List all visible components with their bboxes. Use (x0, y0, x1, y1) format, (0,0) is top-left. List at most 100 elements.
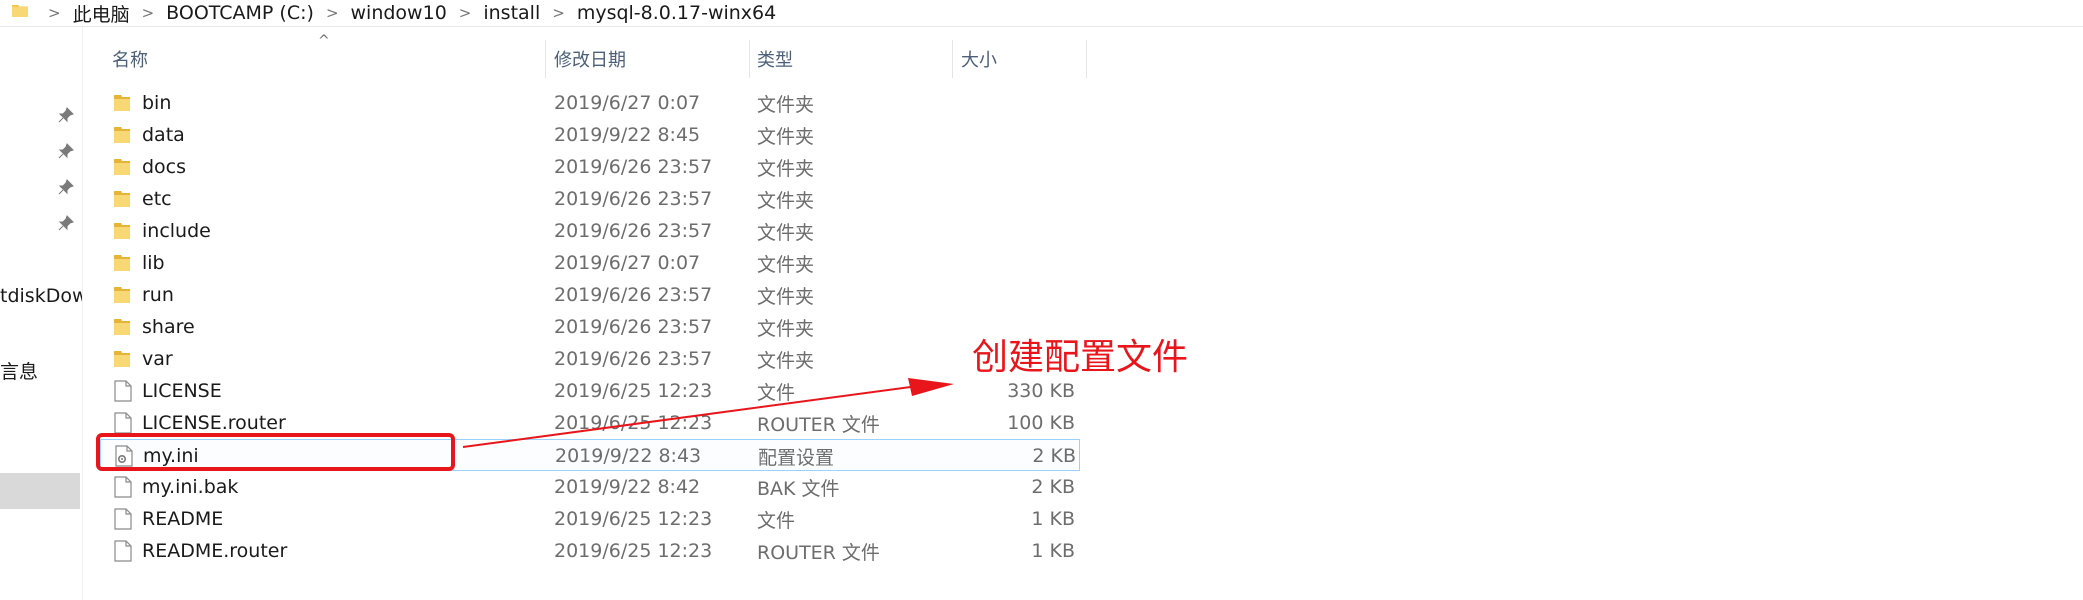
chevron-right-icon[interactable]: > (142, 4, 155, 22)
file-row[interactable]: run 2019/6/26 23:57 文件夹 (100, 279, 1080, 311)
breadcrumb-item-mysql[interactable]: mysql-8.0.17-winx64 (577, 2, 776, 24)
chevron-right-icon[interactable]: > (48, 4, 61, 22)
file-type: 文件夹 (757, 285, 815, 308)
column-header-date[interactable]: 修改日期 (554, 42, 626, 76)
file-name: README.router (142, 540, 288, 562)
file-name: include (142, 220, 211, 242)
file-date: 2019/6/26 23:57 (554, 188, 713, 210)
file-row[interactable]: etc 2019/6/26 23:57 文件夹 (100, 183, 1080, 215)
file-row[interactable]: share 2019/6/26 23:57 文件夹 (100, 311, 1080, 343)
file-type: BAK 文件 (757, 477, 840, 500)
file-date: 2019/6/26 23:57 (554, 284, 713, 306)
file-type: 配置设置 (758, 446, 835, 469)
pin-icon[interactable] (58, 179, 74, 195)
file-type: 文件夹 (757, 189, 815, 212)
column-divider[interactable] (545, 40, 546, 78)
folder-icon (12, 5, 28, 17)
breadcrumb-item-install[interactable]: install (483, 2, 540, 24)
file-size: 1 KB (1031, 540, 1075, 562)
file-row[interactable]: lib 2019/6/27 0:07 文件夹 (100, 247, 1080, 279)
file-row[interactable]: my.ini.bak 2019/9/22 8:42 BAK 文件 2 KB (100, 471, 1080, 503)
file-name: README (142, 508, 224, 530)
file-date: 2019/6/25 12:23 (554, 380, 713, 402)
file-type: 文件 (757, 509, 796, 532)
folder-icon (114, 183, 136, 215)
file-name: LICENSE (142, 380, 222, 402)
annotation-highlight-box (96, 433, 455, 471)
chevron-right-icon[interactable]: > (459, 4, 472, 22)
nav-item-tdiskdown[interactable]: tdiskDown (0, 285, 82, 307)
file-row[interactable]: docs 2019/6/26 23:57 文件夹 (100, 151, 1080, 183)
file-size (960, 151, 1075, 183)
file-type: 文件夹 (757, 349, 815, 372)
sort-ascending-icon: ^ (318, 33, 330, 49)
file-icon (114, 471, 136, 503)
breadcrumb-item-this-pc[interactable]: 此电脑 (73, 0, 130, 27)
file-size: 100 KB (1007, 412, 1075, 434)
column-divider[interactable] (749, 40, 750, 78)
file-type: 文件夹 (757, 93, 815, 116)
file-name: etc (142, 188, 172, 210)
folder-icon (114, 215, 136, 247)
file-name: my.ini.bak (142, 476, 239, 498)
file-row[interactable]: var 2019/6/26 23:57 文件夹 (100, 343, 1080, 375)
file-name: data (142, 124, 185, 146)
file-size (960, 215, 1075, 247)
folder-icon (114, 247, 136, 279)
file-date: 2019/6/26 23:57 (554, 316, 713, 338)
breadcrumb-item-window10[interactable]: window10 (351, 2, 447, 24)
file-size (960, 247, 1075, 279)
file-size: 1 KB (1031, 508, 1075, 530)
file-size (960, 183, 1075, 215)
column-header-size[interactable]: 大小 (961, 42, 997, 76)
file-name: docs (142, 156, 187, 178)
folder-icon (114, 151, 136, 183)
file-size: 2 KB (1031, 476, 1075, 498)
breadcrumb-item-drive[interactable]: BOOTCAMP (C:) (166, 2, 314, 24)
column-header-name[interactable]: 名称 (112, 42, 148, 76)
file-type: 文件夹 (757, 157, 815, 180)
file-size (960, 119, 1075, 151)
folder-icon (114, 87, 136, 119)
column-divider[interactable] (1086, 40, 1087, 78)
file-date: 2019/6/26 23:57 (554, 156, 713, 178)
nav-item-selected[interactable] (0, 473, 80, 509)
address-bar[interactable]: > 此电脑 > BOOTCAMP (C:) > window10 > insta… (0, 0, 2083, 27)
file-type: 文件夹 (757, 253, 815, 276)
pin-icon[interactable] (58, 107, 74, 123)
pin-icon[interactable] (58, 215, 74, 231)
folder-icon (114, 311, 136, 343)
chevron-right-icon[interactable]: > (326, 4, 339, 22)
file-icon (114, 503, 136, 535)
file-date: 2019/6/25 12:23 (554, 508, 713, 530)
breadcrumb: > 此电脑 > BOOTCAMP (C:) > window10 > insta… (36, 0, 776, 26)
file-name: lib (142, 252, 165, 274)
file-date: 2019/6/25 12:23 (554, 540, 713, 562)
file-row[interactable]: data 2019/9/22 8:45 文件夹 (100, 119, 1080, 151)
column-divider[interactable] (952, 40, 953, 78)
file-icon (114, 535, 136, 567)
file-name: run (142, 284, 174, 306)
file-row[interactable]: README.router 2019/6/25 12:23 ROUTER 文件 … (100, 535, 1080, 567)
file-row[interactable]: include 2019/6/26 23:57 文件夹 (100, 215, 1080, 247)
file-date: 2019/6/26 23:57 (554, 220, 713, 242)
nav-item-info[interactable]: 言息 (0, 357, 82, 384)
file-row[interactable]: README 2019/6/25 12:23 文件 1 KB (100, 503, 1080, 535)
chevron-right-icon[interactable]: > (552, 4, 565, 22)
file-row[interactable]: bin 2019/6/27 0:07 文件夹 (100, 87, 1080, 119)
column-header-type[interactable]: 类型 (757, 42, 793, 76)
folder-icon (114, 119, 136, 151)
file-type: 文件夹 (757, 221, 815, 244)
file-size: 2 KB (1032, 445, 1076, 467)
file-size (960, 279, 1075, 311)
file-row[interactable]: LICENSE 2019/6/25 12:23 文件 330 KB (100, 375, 1080, 407)
file-name: bin (142, 92, 172, 114)
navigation-pane: tdiskDown 言息 (0, 27, 83, 600)
file-name: var (142, 348, 173, 370)
pin-icon[interactable] (58, 143, 74, 159)
file-type: 文件夹 (757, 317, 815, 340)
file-date: 2019/6/27 0:07 (554, 92, 701, 114)
file-type: ROUTER 文件 (757, 541, 880, 564)
file-icon (114, 375, 136, 407)
file-name: share (142, 316, 195, 338)
